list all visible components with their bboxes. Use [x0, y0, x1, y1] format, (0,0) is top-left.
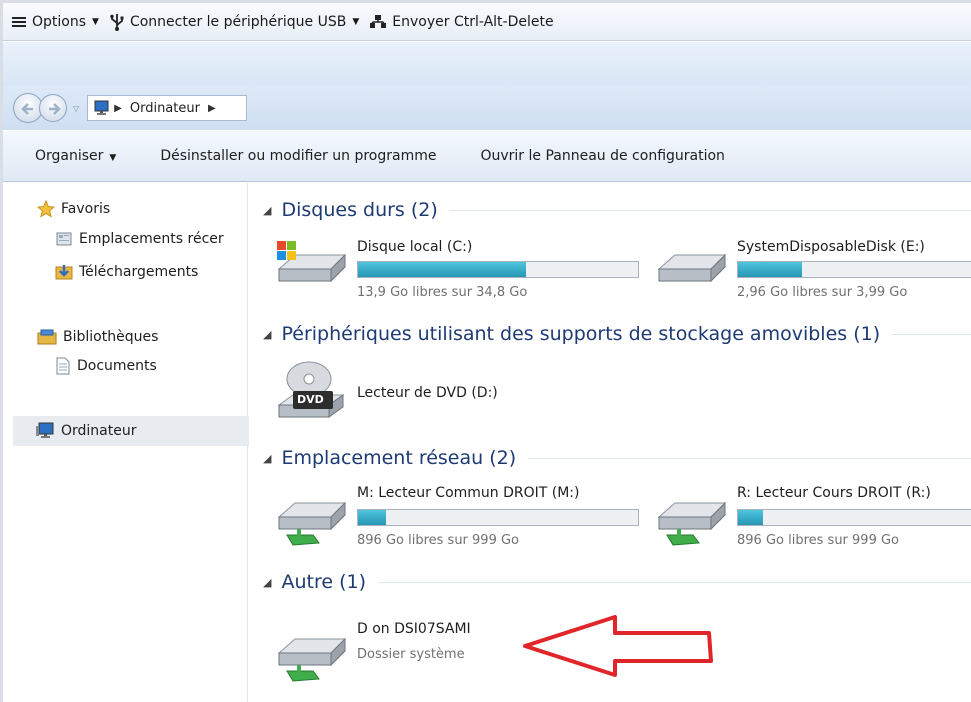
drive-free-space: 2,96 Go libres sur 3,99 Go — [737, 285, 908, 300]
command-bar: Organiser ▼ Désinstaller ou modifier un p… — [3, 130, 971, 182]
collapse-triangle-icon: ◢ — [263, 327, 272, 341]
nav-documents-label: Documents — [77, 358, 157, 374]
group-hard-disks-header[interactable]: ◢ Disques durs (2) — [263, 199, 971, 221]
send-cad-button[interactable]: Envoyer Ctrl-Alt-Delete — [369, 13, 554, 30]
chevron-down-icon: ▼ — [352, 16, 360, 27]
drive-dvd[interactable]: DVD Lecteur de DVD (D:) — [273, 359, 573, 429]
group-divider — [892, 333, 971, 335]
nav-libraries[interactable]: Bibliothèques — [37, 328, 158, 346]
downloads-folder-icon — [55, 265, 73, 280]
drive-name: Disque local (C:) — [357, 239, 473, 255]
uninstall-program-button[interactable]: Désinstaller ou modifier un programme — [160, 148, 436, 164]
drive-free-space: 896 Go libres sur 999 Go — [737, 533, 900, 548]
nav-favorites[interactable]: Favoris — [37, 200, 110, 218]
nav-libraries-label: Bibliothèques — [63, 329, 159, 345]
drive-free-space: 896 Go libres sur 999 Go — [357, 533, 520, 548]
breadcrumb-computer[interactable]: Ordinateur — [130, 101, 200, 116]
document-icon — [56, 357, 70, 375]
drive-name: SystemDisposableDisk (E:) — [737, 239, 925, 255]
content-pane: ◢ Disques durs (2) Disque local (C:) 13,… — [249, 183, 971, 702]
nav-computer[interactable]: Ordinateur — [35, 422, 137, 440]
nav-recent-places-label: Emplacements récer — [79, 231, 224, 247]
drive-c[interactable]: Disque local (C:) 13,9 Go libres sur 34,… — [273, 235, 639, 305]
dvd-badge: DVD — [297, 393, 324, 406]
usb-icon — [110, 13, 124, 31]
group-removable-title: Périphériques utilisant des supports de … — [281, 323, 881, 345]
organize-label: Organiser — [35, 148, 104, 164]
keyboard-network-icon — [370, 14, 387, 28]
drive-free-space: 13,9 Go libres sur 34,8 Go — [357, 285, 528, 300]
star-icon — [37, 200, 55, 218]
item-type: Dossier système — [357, 647, 465, 662]
drive-name: Lecteur de DVD (D:) — [357, 385, 498, 401]
collapse-triangle-icon: ◢ — [263, 203, 272, 217]
computer-icon — [94, 100, 109, 115]
forward-button[interactable] — [39, 94, 67, 122]
address-row: ▽ ▶ Ordinateur ▶ — [3, 86, 971, 130]
chevron-down-icon: ▼ — [109, 153, 117, 163]
group-divider — [378, 581, 971, 583]
usage-bar-fill — [738, 510, 763, 525]
collapse-triangle-icon: ◢ — [263, 575, 272, 589]
hard-drive-icon — [657, 253, 727, 283]
group-network-title: Emplacement réseau (2) — [281, 447, 517, 469]
dvd-drive-icon — [277, 361, 345, 418]
group-removable-header[interactable]: ◢ Périphériques utilisant des supports d… — [263, 323, 971, 345]
nav-documents[interactable]: Documents — [55, 357, 157, 375]
usage-bar — [737, 261, 971, 278]
usage-bar — [357, 261, 639, 278]
usage-bar — [357, 509, 639, 526]
group-divider — [449, 209, 971, 211]
computer-icon — [36, 422, 54, 438]
network-drive-icon — [277, 501, 347, 546]
libraries-icon — [37, 329, 57, 345]
collapse-triangle-icon: ◢ — [263, 451, 272, 465]
nav-computer-label: Ordinateur — [61, 423, 137, 439]
vm-toolbar: Options ▼ Connecter le périphérique USB … — [3, 3, 971, 41]
chevron-down-icon: ▼ — [92, 16, 99, 27]
breadcrumb-separator-icon: ▶ — [114, 102, 122, 114]
hamburger-icon — [12, 16, 26, 27]
organize-button[interactable]: Organiser ▼ — [35, 148, 116, 164]
item-name: D on DSI07SAMI — [357, 621, 471, 637]
title-band — [3, 42, 971, 86]
recent-pages-dropdown[interactable]: ▽ — [73, 104, 79, 113]
drive-m[interactable]: M: Lecteur Commun DROIT (M:) 896 Go libr… — [273, 483, 643, 555]
nav-recent-places[interactable]: Emplacements récer — [55, 230, 224, 248]
navigation-pane: Favoris Emplacements récer Téléchargemen… — [3, 183, 249, 702]
network-drive-icon — [657, 501, 727, 546]
group-network-header[interactable]: ◢ Emplacement réseau (2) — [263, 447, 971, 469]
drive-name: M: Lecteur Commun DROIT (M:) — [357, 485, 580, 501]
windows-hard-drive-icon — [277, 241, 347, 283]
group-hard-disks-title: Disques durs (2) — [281, 199, 438, 221]
drive-name: R: Lecteur Cours DROIT (R:) — [737, 485, 931, 501]
forward-arrow-icon — [49, 103, 61, 115]
drive-e[interactable]: SystemDisposableDisk (E:) 2,96 Go libres… — [653, 235, 971, 305]
cad-label: Envoyer Ctrl-Alt-Delete — [392, 13, 554, 30]
group-divider — [528, 457, 971, 459]
recent-places-icon — [56, 232, 72, 246]
drive-r[interactable]: R: Lecteur Cours DROIT (R:) 896 Go libre… — [653, 483, 971, 555]
nav-downloads-label: Téléchargements — [79, 264, 199, 280]
annotation-arrow — [523, 615, 713, 677]
breadcrumb[interactable]: ▶ Ordinateur ▶ — [87, 95, 248, 121]
open-control-panel-button[interactable]: Ouvrir le Panneau de configuration — [480, 148, 724, 164]
nav-downloads[interactable]: Téléchargements — [55, 263, 198, 281]
usage-bar — [737, 509, 971, 526]
breadcrumb-separator-icon[interactable]: ▶ — [208, 103, 216, 114]
options-label: Options — [32, 13, 87, 30]
usage-bar-fill — [358, 510, 386, 525]
group-other-header[interactable]: ◢ Autre (1) — [263, 571, 971, 593]
network-drive-icon — [277, 637, 347, 682]
nav-favorites-label: Favoris — [61, 201, 111, 217]
usb-connect-menu[interactable]: Connecter le périphérique USB ▼ — [109, 13, 359, 31]
usb-label: Connecter le périphérique USB — [129, 13, 347, 30]
usage-bar-fill — [358, 262, 526, 277]
usage-bar-fill — [738, 262, 803, 277]
options-menu[interactable]: Options ▼ — [11, 14, 99, 30]
group-other-title: Autre (1) — [281, 571, 366, 593]
